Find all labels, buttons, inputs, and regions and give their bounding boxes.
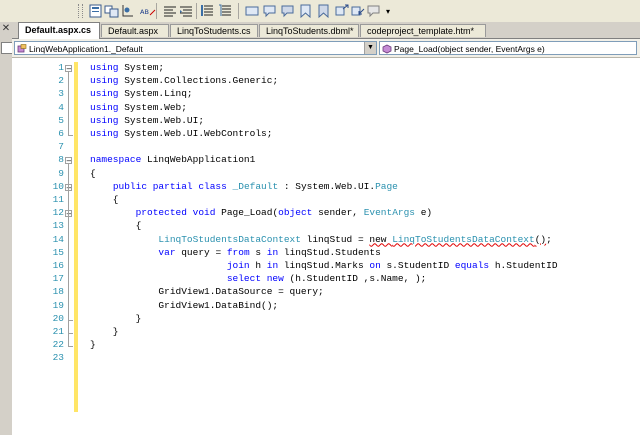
navigation-bar: LinqWebApplication1._Default ▼ Page_Load…: [12, 39, 640, 58]
outline-guide: [68, 72, 69, 135]
code-line: using System.Linq;: [90, 88, 193, 100]
tab-linqtostudents-cs[interactable]: LinqToStudents.cs: [170, 24, 258, 37]
code-line: GridView1.DataBind();: [90, 299, 279, 311]
toolbar-button-2-icon[interactable]: [104, 3, 120, 19]
toolbar-button-1-icon[interactable]: [88, 3, 104, 19]
tab-linqtostudents-dbml[interactable]: LinqToStudents.dbml*: [259, 24, 359, 37]
toolbar-button-10-icon[interactable]: [262, 3, 278, 19]
toolbar-button-12-icon[interactable]: [298, 3, 314, 19]
code-line: select new (h.StudentID ,s.Name, );: [226, 273, 427, 285]
toolbar-button-15-icon[interactable]: [350, 3, 366, 19]
collapse-icon[interactable]: −: [65, 157, 72, 165]
line-number: 10: [52, 180, 64, 192]
line-number: 20: [52, 312, 64, 324]
left-panel-strip: ✕: [0, 22, 13, 435]
line-number: 8: [58, 154, 64, 166]
collapse-icon[interactable]: −: [65, 65, 72, 73]
close-icon[interactable]: ✕: [1, 24, 11, 34]
toolbar-button-14-icon[interactable]: [334, 3, 350, 19]
code-line: join h in linqStud.Marks on s.StudentID …: [226, 260, 558, 271]
code-line: LinqToStudentsDataContext linqStud = new…: [158, 233, 552, 245]
toolbar-grip[interactable]: [78, 4, 83, 18]
line-number: 11: [52, 194, 64, 205]
toolbar-button-16-icon[interactable]: [366, 3, 382, 19]
code-line: }: [90, 312, 142, 324]
toolbar-separator: [238, 3, 239, 19]
line-number: 17: [52, 273, 64, 285]
class-icon: [17, 43, 27, 54]
code-line: {: [90, 194, 119, 205]
toolbar-separator: [196, 3, 197, 19]
member-dropdown-value: Page_Load(object sender, EventArgs e): [394, 43, 545, 54]
line-number: 5: [58, 114, 64, 126]
outline-end: [68, 346, 73, 348]
code-line: using System.Web;: [90, 101, 187, 113]
code-line: protected void Page_Load(object sender, …: [135, 207, 433, 219]
document-tab-bar: Default.aspx.cs Default.aspx LinqToStude…: [12, 22, 640, 39]
code-line: GridView1.DataSource = query;: [90, 286, 324, 298]
line-number: 19: [52, 299, 64, 311]
line-number: 18: [52, 286, 64, 298]
code-line: public partial class _Default : System.W…: [112, 180, 398, 192]
toolbar-button-13-icon[interactable]: [316, 3, 332, 19]
code-editor[interactable]: using System; using System.Collections.Ge…: [12, 58, 640, 435]
toolbar: AB ▾: [0, 0, 640, 23]
toolbar-button-4-icon[interactable]: AB: [140, 3, 156, 19]
toolbar-separator: [156, 3, 157, 19]
line-number: 2: [58, 75, 64, 87]
line-number: 12: [52, 207, 64, 219]
change-tracking-bar: [74, 62, 78, 412]
svg-text:AB: AB: [140, 8, 149, 16]
code-line: using System;: [90, 62, 165, 73]
toolbar-overflow-button[interactable]: ▾: [384, 4, 392, 19]
code-line: using System.Web.UI.WebControls;: [90, 128, 273, 139]
tab-default-aspx-cs[interactable]: Default.aspx.cs: [18, 22, 100, 39]
line-number: 23: [52, 352, 64, 364]
tab-codeproject-template-htm[interactable]: codeproject_template.htm*: [360, 24, 486, 37]
toolbar-button-11-icon[interactable]: [280, 3, 296, 19]
line-number: 13: [52, 220, 64, 232]
line-number: 1: [58, 62, 64, 73]
toolbar-button-8-icon[interactable]: [218, 3, 234, 19]
code-line: {: [90, 167, 96, 179]
code-line: using System.Collections.Generic;: [90, 75, 279, 87]
code-line: {: [90, 220, 142, 232]
line-number: 9: [58, 167, 64, 179]
code-line: }: [90, 339, 96, 351]
code-line: namespace LinqWebApplication1: [90, 154, 256, 166]
outline-end: [68, 135, 73, 136]
line-number: 15: [52, 246, 64, 258]
line-number: 7: [58, 141, 64, 153]
line-number: 16: [52, 260, 64, 271]
toolbar-button-5-icon[interactable]: [162, 3, 178, 19]
outline-end: [68, 319, 73, 321]
member-dropdown[interactable]: Page_Load(object sender, EventArgs e): [379, 41, 637, 55]
line-number: 14: [52, 233, 64, 245]
outline-guide: [68, 217, 69, 320]
tab-default-aspx[interactable]: Default.aspx: [101, 24, 169, 37]
toolbar-button-6-icon[interactable]: [178, 3, 194, 19]
chevron-down-icon[interactable]: ▼: [364, 42, 376, 54]
toolbar-button-9-icon[interactable]: [244, 3, 260, 19]
class-dropdown-value: LinqWebApplication1._Default: [29, 43, 143, 54]
method-icon: [382, 44, 392, 54]
code-line: using System.Web.UI;: [90, 114, 205, 126]
outline-end: [68, 333, 73, 334]
line-number: 3: [58, 88, 64, 100]
class-dropdown[interactable]: LinqWebApplication1._Default ▼: [14, 41, 377, 55]
toolbar-button-3-icon[interactable]: [120, 3, 136, 19]
toolbar-button-7-icon[interactable]: [200, 3, 216, 19]
code-line: }: [90, 326, 119, 337]
line-number: 6: [58, 128, 64, 139]
line-number: 21: [52, 326, 64, 337]
line-number: 4: [58, 101, 64, 113]
line-number: 22: [52, 339, 64, 351]
code-line: var query = from s in linqStud.Students: [158, 246, 381, 258]
